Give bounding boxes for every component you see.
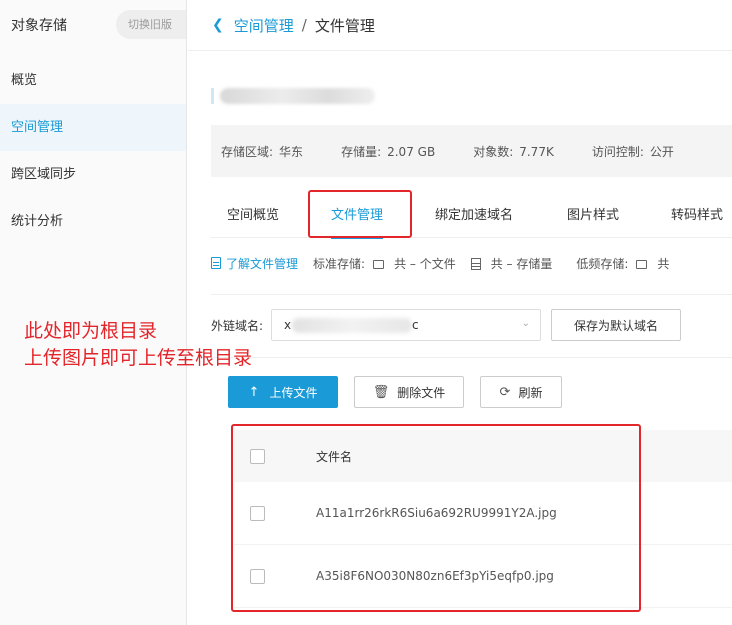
chevron-down-icon: ⌄ (521, 318, 531, 329)
infrequent-storage-label: 低频存储: (576, 256, 629, 271)
access-value: 公开 (649, 144, 674, 159)
bucket-name-redacted (211, 86, 376, 106)
tab-file-management[interactable]: 文件管理 (331, 193, 384, 239)
file-table: 文件名 A11a1rr26rkR6Siu6a692RU9991Y2A.jpg A… (234, 430, 732, 608)
folder-icon (636, 259, 648, 269)
region-label: 存储区域: (221, 144, 274, 159)
domain-value-prefix: x (284, 318, 292, 332)
column-filename: 文件名 (316, 449, 353, 464)
sidebar-item-statistics[interactable]: 统计分析 (0, 198, 186, 245)
switch-version-button[interactable]: 切换旧版 (116, 10, 186, 39)
select-all-checkbox[interactable] (250, 448, 265, 464)
divider (211, 357, 732, 358)
divider (211, 294, 732, 295)
domain-select[interactable]: x c ⌄ (271, 309, 542, 341)
infrequent-files-count: 共 (657, 256, 670, 271)
page: 对象存储 切换旧版 概览 空间管理 跨区域同步 统计分析 ❮ 空间管理 / 文件… (0, 0, 732, 625)
file-name[interactable]: A35i8F6NO030N80zn6Ef3pYi5eqfp0.jpg (316, 569, 554, 583)
main-content: ❮ 空间管理 / 文件管理 存储区域: 华东 存储量: 2.07 GB 对象数: 7.… (188, 0, 732, 625)
refresh-label: 刷新 (518, 385, 543, 400)
info-access: 访问控制: 公开 (592, 143, 674, 160)
tab-bar: 空间概览 文件管理 绑定加速域名 图片样式 转码样式 (211, 193, 732, 239)
trash-icon: 🗑 (372, 384, 390, 400)
bucket-name-accent (211, 88, 214, 104)
domain-row: 外链域名: x c ⌄ 保存为默认域名 (211, 309, 682, 341)
storage-stats: 了解文件管理 标准存储: 共 – 个文件 共 – 存储量 低频存储: 共 (211, 252, 732, 274)
bucket-info-bar: 存储区域: 华东 存储量: 2.07 GB 对象数: 7.77K 访问控制: 公开 (211, 125, 732, 177)
objects-value: 7.77K (519, 144, 554, 159)
region-value: 华东 (279, 144, 304, 159)
info-region: 存储区域: 华东 (221, 143, 303, 160)
upload-arrow-icon: ↑ (248, 384, 260, 400)
save-default-domain-button[interactable]: 保存为默认域名 (551, 309, 682, 341)
domain-value-suffix: c (412, 318, 419, 332)
standard-files-count: 共 – 个文件 (394, 256, 456, 271)
info-storage: 存储量: 2.07 GB (341, 143, 435, 160)
standard-size: 共 – 存储量 (490, 256, 553, 271)
breadcrumb-parent-link[interactable]: 空间管理 (234, 15, 294, 36)
table-header: 文件名 (234, 430, 732, 482)
table-row: A35i8F6NO030N80zn6Ef3pYi5eqfp0.jpg (234, 545, 732, 608)
access-label: 访问控制: (591, 144, 644, 159)
tab-bind-domain[interactable]: 绑定加速域名 (435, 193, 513, 238)
row-checkbox[interactable] (250, 505, 265, 521)
learn-link-label: 了解文件管理 (226, 256, 299, 271)
sidebar-item-cross-region-sync[interactable]: 跨区域同步 (0, 151, 186, 198)
tab-transcode-styles[interactable]: 转码样式 (671, 193, 723, 238)
annotation-line-2: 上传图片即可上传至根目录 (24, 347, 253, 369)
upload-file-button[interactable]: ↑ 上传文件 (228, 376, 338, 408)
redacted-blur (220, 88, 375, 104)
row-checkbox[interactable] (250, 568, 265, 584)
sidebar-item-overview[interactable]: 概览 (0, 57, 186, 104)
delete-label: 删除文件 (397, 385, 446, 400)
sidebar-menu: 概览 空间管理 跨区域同步 统计分析 (0, 57, 186, 245)
delete-file-button[interactable]: 🗑 删除文件 (354, 376, 464, 408)
redacted-blur (292, 318, 413, 333)
table-row: A11a1rr26rkR6Siu6a692RU9991Y2A.jpg (234, 482, 732, 545)
annotation-line-1: 此处即为根目录 (24, 320, 158, 342)
learn-file-management-link[interactable]: 了解文件管理 (211, 255, 298, 272)
breadcrumb-current: 文件管理 (314, 16, 375, 35)
breadcrumb: ❮ 空间管理 / 文件管理 (188, 0, 732, 51)
database-icon (470, 258, 481, 270)
tab-bucket-overview[interactable]: 空间概览 (227, 193, 279, 238)
refresh-button[interactable]: ⟳ 刷新 (480, 376, 562, 408)
objects-label: 对象数: (473, 144, 514, 159)
file-name[interactable]: A11a1rr26rkR6Siu6a692RU9991Y2A.jpg (316, 506, 557, 520)
sidebar: 对象存储 切换旧版 概览 空间管理 跨区域同步 统计分析 (0, 0, 187, 625)
standard-storage-label: 标准存储: (313, 256, 366, 271)
chevron-left-icon[interactable]: ❮ (212, 17, 224, 33)
document-icon (211, 257, 221, 269)
app-title: 对象存储 (11, 18, 67, 34)
refresh-icon: ⟳ (499, 384, 511, 400)
file-actions: ↑ 上传文件 🗑 删除文件 ⟳ 刷新 (228, 376, 562, 408)
folder-icon (373, 259, 385, 269)
storage-label: 存储量: (341, 144, 382, 159)
info-objects: 对象数: 7.77K (473, 143, 554, 160)
upload-label: 上传文件 (269, 385, 318, 400)
annotation-note: 此处即为根目录 上传图片即可上传至根目录 (24, 318, 252, 372)
storage-value: 2.07 GB (387, 144, 436, 159)
tab-image-styles[interactable]: 图片样式 (567, 193, 619, 238)
sidebar-item-bucket-management[interactable]: 空间管理 (0, 104, 186, 151)
breadcrumb-separator: / (301, 16, 307, 34)
